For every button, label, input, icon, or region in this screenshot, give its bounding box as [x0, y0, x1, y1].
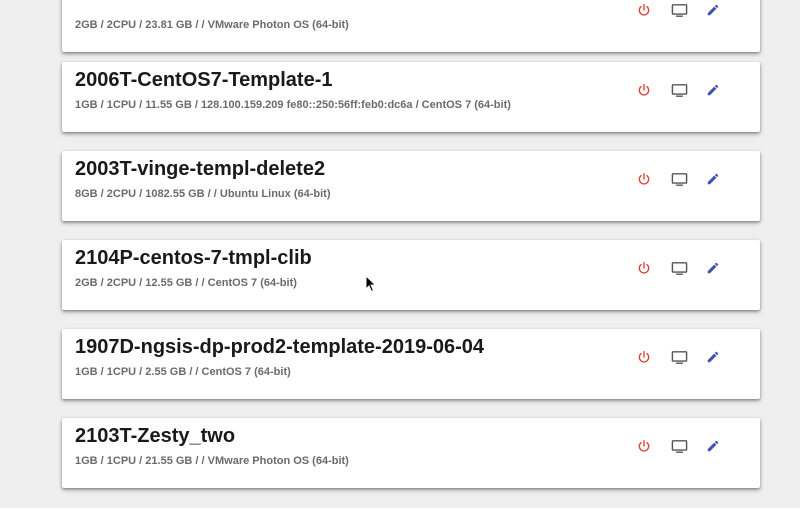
vm-card[interactable]: 2103T-Zesty_two 1GB / 1CPU / 21.55 GB / /… — [62, 418, 760, 488]
power-icon — [638, 4, 650, 16]
edit-button[interactable] — [702, 168, 724, 190]
pencil-icon — [707, 262, 719, 274]
mouse-cursor-icon — [365, 275, 377, 293]
vm-specs: 1GB / 1CPU / 21.55 GB / / VMware Photon … — [75, 455, 349, 467]
power-button[interactable] — [633, 257, 655, 279]
vm-card[interactable]: 2GB / 2CPU / 23.81 GB / / VMware Photon … — [62, 0, 760, 52]
vm-name: 2103T-Zesty_two — [75, 425, 236, 447]
vm-list: 2GB / 2CPU / 23.81 GB / / VMware Photon … — [0, 0, 800, 508]
pencil-icon — [707, 173, 719, 185]
console-button[interactable] — [668, 168, 690, 190]
vm-actions — [630, 168, 760, 190]
vm-card[interactable]: 2003T-vinge-templ-delete2 8GB / 2CPU / 10… — [62, 151, 760, 221]
vm-name: 2003T-vinge-templ-delete2 — [75, 158, 326, 180]
power-icon — [638, 262, 650, 274]
vm-specs: 1GB / 1CPU / 11.55 GB / 128.100.159.209 … — [75, 99, 511, 111]
power-icon — [638, 440, 650, 452]
vm-card[interactable]: 1907D-ngsis-dp-prod2-template-2019-06-04… — [62, 329, 760, 399]
monitor-icon — [671, 83, 687, 97]
console-button[interactable] — [668, 0, 690, 21]
power-button[interactable] — [633, 435, 655, 457]
vm-name: 2104P-centos-7-tmpl-clib — [75, 247, 312, 269]
vm-actions — [630, 435, 760, 457]
monitor-icon — [671, 350, 687, 364]
pencil-icon — [707, 351, 719, 363]
vm-actions — [630, 79, 760, 101]
power-button[interactable] — [633, 346, 655, 368]
edit-button[interactable] — [702, 435, 724, 457]
vm-specs: 2GB / 2CPU / 12.55 GB / / CentOS 7 (64-b… — [75, 277, 297, 289]
pencil-icon — [707, 4, 719, 16]
edit-button[interactable] — [702, 0, 724, 21]
power-button[interactable] — [633, 79, 655, 101]
vm-actions — [630, 346, 760, 368]
monitor-icon — [671, 172, 687, 186]
edit-button[interactable] — [702, 79, 724, 101]
vm-specs: 2GB / 2CPU / 23.81 GB / / VMware Photon … — [75, 19, 349, 31]
edit-button[interactable] — [702, 346, 724, 368]
vm-card[interactable]: 2006T-CentOS7-Template-1 1GB / 1CPU / 11.… — [62, 62, 760, 132]
vm-specs: 1GB / 1CPU / 2.55 GB / / CentOS 7 (64-bi… — [75, 366, 291, 378]
monitor-icon — [671, 439, 687, 453]
power-button[interactable] — [633, 168, 655, 190]
monitor-icon — [671, 3, 687, 17]
pencil-icon — [707, 440, 719, 452]
power-icon — [638, 84, 650, 96]
console-button[interactable] — [668, 435, 690, 457]
vm-actions — [630, 257, 760, 279]
monitor-icon — [671, 261, 687, 275]
power-button[interactable] — [633, 0, 655, 21]
vm-name: 1907D-ngsis-dp-prod2-template-2019-06-04 — [75, 336, 485, 358]
pencil-icon — [707, 84, 719, 96]
vm-name: 2006T-CentOS7-Template-1 — [75, 69, 333, 91]
power-icon — [638, 351, 650, 363]
edit-button[interactable] — [702, 257, 724, 279]
vm-actions — [630, 0, 760, 21]
vm-card[interactable]: 2104P-centos-7-tmpl-clib 2GB / 2CPU / 12.… — [62, 240, 760, 310]
console-button[interactable] — [668, 346, 690, 368]
vm-specs: 8GB / 2CPU / 1082.55 GB / / Ubuntu Linux… — [75, 188, 331, 200]
power-icon — [638, 173, 650, 185]
console-button[interactable] — [668, 79, 690, 101]
console-button[interactable] — [668, 257, 690, 279]
